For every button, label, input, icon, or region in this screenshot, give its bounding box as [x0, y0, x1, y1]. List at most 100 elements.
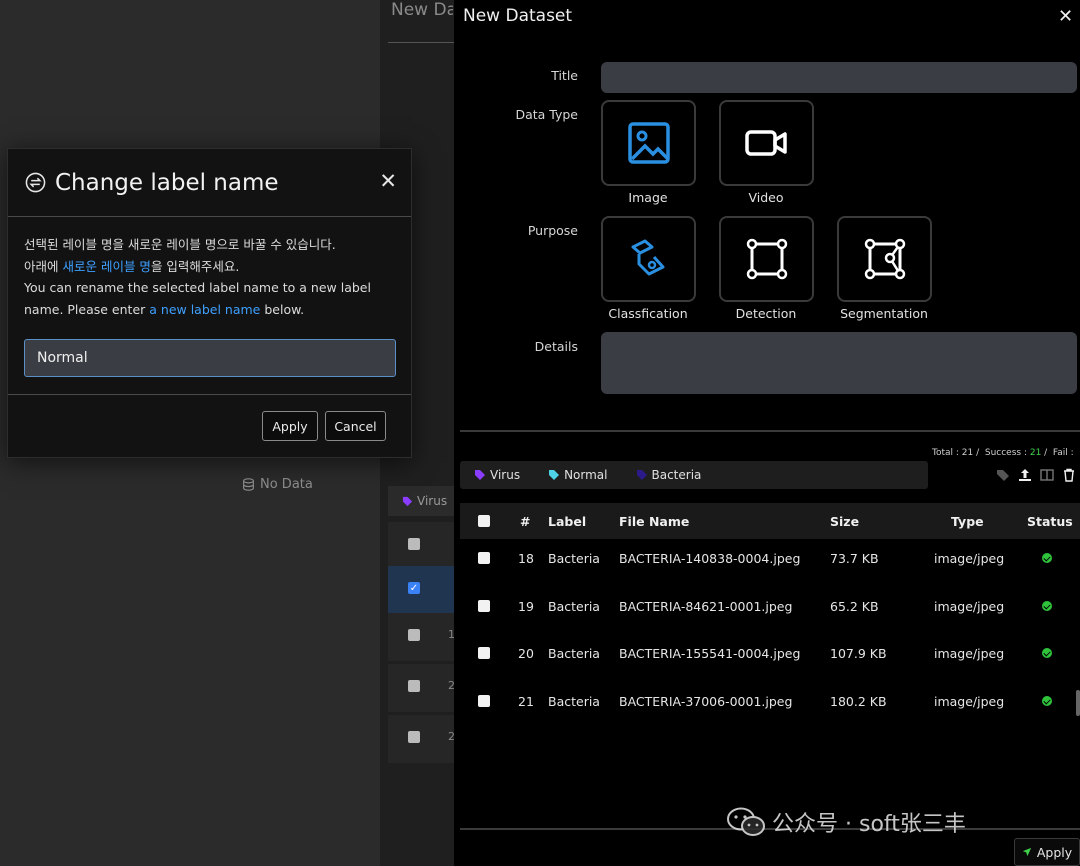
purpose-detection-tile[interactable] [719, 216, 814, 302]
chip-label: Normal [564, 468, 608, 482]
table-row[interactable]: 18 Bacteria BACTERIA-140838-0004.jpeg 73… [460, 540, 1080, 576]
row-checkbox-cell [478, 540, 490, 576]
tag-icon [549, 470, 560, 480]
background-page-title: New Da [391, 0, 453, 20]
background-table-row[interactable]: 2 [388, 664, 455, 712]
purpose-segmentation-label: Segmentation [840, 306, 928, 321]
row-checkbox[interactable] [408, 629, 420, 641]
row-size: 73.7 KB [830, 550, 879, 566]
new-dataset-panel: New Dataset ✕ Title Data Type Image Vide… [454, 0, 1080, 866]
row-checkbox[interactable] [408, 538, 420, 550]
row-checkbox[interactable] [478, 600, 490, 612]
watermark-text: 公众号 · soft张三丰 [772, 812, 966, 837]
row-checkbox[interactable] [408, 680, 420, 692]
table-toolbar [996, 468, 1076, 482]
total-count: 21 [961, 448, 974, 458]
row-checkbox[interactable]: ✓ [408, 582, 420, 594]
panel-apply-button[interactable]: Apply [1014, 838, 1080, 866]
chip-label: Bacteria [651, 468, 702, 482]
tags-icon [631, 239, 664, 276]
label-chip-virus[interactable]: Virus [474, 468, 520, 482]
instruction-english-1: You can rename the selected label name t… [24, 280, 371, 295]
no-data-indicator: No Data [242, 477, 313, 492]
no-data-text: No Data [260, 477, 313, 492]
row-number: 21 [518, 693, 534, 709]
title-label: Title [551, 68, 578, 83]
table-row[interactable]: 20 Bacteria BACTERIA-155541-0004.jpeg 10… [460, 635, 1080, 671]
row-checkbox[interactable] [478, 695, 490, 707]
highlight-text: 새로운 레이블 명 [62, 258, 151, 274]
table-row[interactable]: 21 Bacteria BACTERIA-37006-0001.jpeg 180… [460, 683, 1080, 719]
dialog-body: 선택된 레이블 명을 새로운 레이블 명으로 바꿀 수 있습니다. 아래에 새로… [8, 217, 411, 377]
swap-icon [25, 172, 46, 193]
data-type-video-label: Video [748, 190, 784, 205]
dialog-footer: Apply Cancel [8, 394, 411, 458]
trash-icon[interactable] [1062, 468, 1076, 482]
table-row[interactable]: 19 Bacteria BACTERIA-84621-0001.jpeg 65.… [460, 588, 1080, 624]
row-checkbox[interactable] [478, 647, 490, 659]
row-number: 19 [518, 598, 534, 614]
new-label-input[interactable] [24, 339, 396, 377]
row-label: Bacteria [548, 645, 600, 661]
highlight-text: a new label name [149, 301, 261, 317]
tag-icon[interactable] [996, 468, 1010, 482]
background-table-row[interactable]: ✓ [388, 566, 454, 614]
upload-stats: Total : 21 / Success : 21 / Fail : [932, 448, 1074, 458]
column-status: Status [1027, 513, 1073, 529]
background-divider [388, 42, 454, 43]
instruction-korean-1: 선택된 레이블 명을 새로운 레이블 명으로 바꿀 수 있습니다. [24, 237, 336, 252]
check-circle-icon [1042, 601, 1052, 611]
column-number: # [520, 513, 531, 529]
close-icon[interactable]: ✕ [1058, 6, 1073, 27]
status-cell [1042, 635, 1052, 671]
status-cell [1042, 588, 1052, 624]
label-chip-normal[interactable]: Normal [548, 468, 608, 482]
background-table-row[interactable]: 2 [388, 715, 455, 763]
instruction-text: below. [260, 301, 305, 317]
data-type-image-tile[interactable] [601, 100, 696, 186]
status-cell [1042, 683, 1052, 719]
section-divider [460, 430, 1080, 432]
total-label: Total : [932, 448, 962, 458]
dialog-title: Change label name [55, 169, 279, 196]
row-checkbox[interactable] [408, 731, 420, 743]
split-view-icon[interactable] [1040, 468, 1054, 482]
title-input[interactable] [601, 62, 1077, 93]
purpose-classification-tile[interactable] [601, 216, 696, 302]
label-chip-bacteria[interactable]: Bacteria [636, 468, 702, 482]
row-label: Bacteria [548, 598, 600, 614]
row-label: Bacteria [548, 693, 600, 709]
data-type-video-tile[interactable] [719, 100, 814, 186]
row-file-name: BACTERIA-84621-0001.jpeg [619, 598, 793, 614]
check-circle-icon [1042, 696, 1052, 706]
fail-label: Fail : [1052, 448, 1074, 458]
status-cell [1042, 540, 1052, 576]
table-header: # Label File Name Size Type Status [460, 503, 1080, 539]
dialog-header: Change label name ✕ [8, 149, 411, 217]
watermark: 公众号 · soft张三丰 [726, 806, 966, 838]
row-checkbox-cell [478, 683, 490, 719]
chip-label: Virus [490, 468, 521, 482]
bounding-box-icon [746, 238, 787, 280]
row-size: 107.9 KB [830, 645, 887, 661]
header-checkbox-cell [478, 503, 490, 539]
row-checkbox[interactable] [478, 552, 490, 564]
purpose-segmentation-tile[interactable] [837, 216, 932, 302]
background-table-row[interactable]: 1 [388, 613, 455, 661]
instruction-text: 을 입력해주세요. [150, 258, 240, 274]
details-textarea[interactable] [601, 332, 1077, 394]
wechat-icon [727, 807, 765, 836]
background-chip-virus[interactable]: Virus [388, 486, 454, 516]
column-type: Type [951, 513, 984, 529]
cancel-button[interactable]: Cancel [325, 411, 386, 441]
video-icon [744, 130, 787, 156]
table-scrollbar[interactable] [1076, 690, 1080, 716]
row-label: Bacteria [548, 550, 600, 566]
apply-button[interactable]: Apply [262, 411, 318, 441]
instruction-english-2: name. Please enter a new label name belo… [24, 299, 395, 321]
close-icon[interactable]: ✕ [379, 171, 397, 192]
select-all-checkbox[interactable] [478, 515, 490, 527]
database-icon [243, 478, 254, 491]
background-table-row[interactable] [388, 522, 454, 570]
upload-icon[interactable] [1018, 468, 1032, 482]
